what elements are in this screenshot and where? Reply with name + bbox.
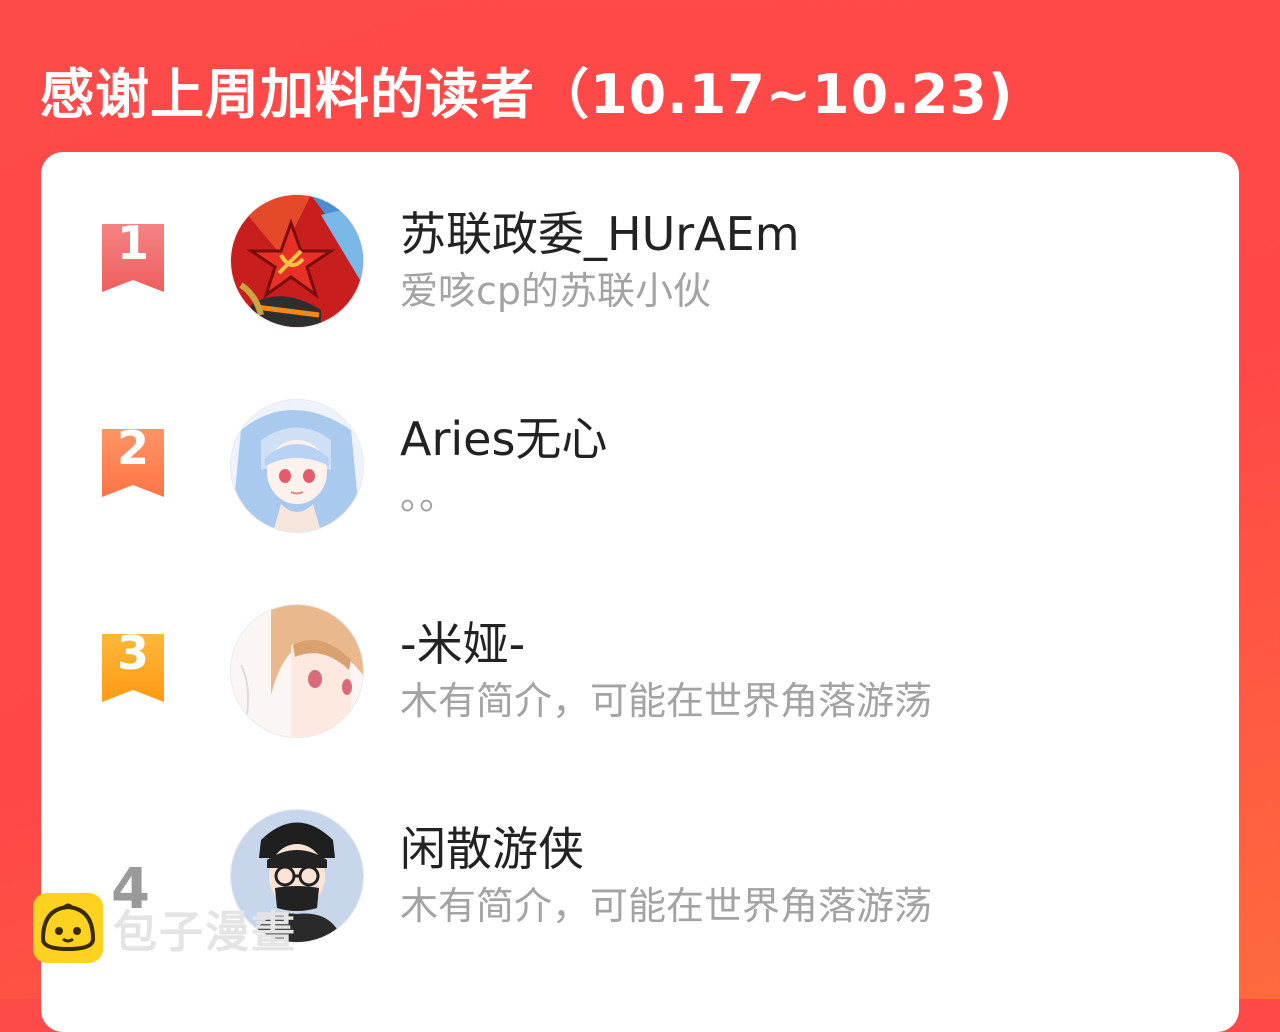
bun-face-icon (33, 893, 103, 963)
page-title: 感谢上周加料的读者（10.17~10.23) (40, 63, 1014, 126)
user-name[interactable]: -米娅- (400, 608, 525, 674)
avatar[interactable] (230, 194, 364, 328)
user-bio: 木有简介，可能在世界角落游荡 (400, 679, 933, 723)
watermark: 包子漫畫 (33, 893, 297, 963)
user-bio: 。。 (400, 474, 458, 518)
user-name[interactable]: Aries无心 (400, 403, 607, 469)
list-item[interactable]: 2 Aries无心 。。 (41, 357, 1239, 533)
user-name[interactable]: 闲散游侠 (400, 813, 584, 879)
watermark-text: 包子漫畫 (113, 907, 297, 958)
user-name[interactable]: 苏联政委_HUrAEm (400, 198, 800, 264)
user-bio: 木有简介，可能在世界角落游荡 (400, 884, 933, 928)
list-item[interactable]: 1 苏联政委_HUrAEm 爱咳cp的苏联小伙 (41, 152, 1239, 328)
rank-ribbon-badge: 2 (98, 421, 168, 501)
avatar[interactable] (230, 604, 364, 738)
rank-number: 3 (116, 626, 149, 680)
avatar[interactable] (230, 399, 364, 533)
list-item[interactable]: 3 -米娅- 木有简介，可能在世界角落游荡 (41, 562, 1239, 738)
rank-ribbon-badge: 3 (98, 626, 168, 706)
rank-number: 1 (116, 216, 149, 270)
user-bio: 爱咳cp的苏联小伙 (400, 269, 712, 313)
rank-number: 2 (116, 421, 149, 475)
rank-ribbon-badge: 1 (98, 216, 168, 296)
